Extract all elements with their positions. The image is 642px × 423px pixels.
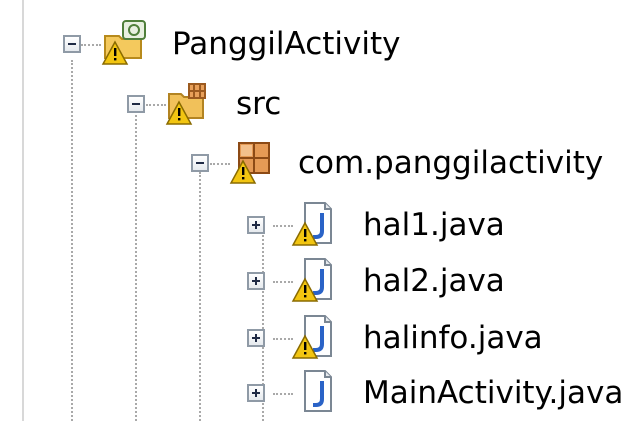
project-explorer-tree: PanggilActivity src com.panggilactivity … — [0, 0, 642, 421]
tree-item-label: hal1.java — [363, 207, 505, 243]
tree-item-file-mainactivity[interactable]: MainActivity.java — [247, 363, 642, 423]
java-file-icon — [291, 199, 339, 247]
tree-item-src[interactable]: src — [119, 74, 319, 134]
tree-item-label: PanggilActivity — [172, 26, 401, 62]
tree-item-label: src — [236, 86, 282, 122]
package-icon — [229, 137, 277, 185]
expand-toggle[interactable] — [247, 329, 265, 347]
expand-toggle[interactable] — [247, 272, 265, 290]
tree-item-label: hal2.java — [363, 263, 505, 299]
tree-item-label: com.panggilactivity — [298, 145, 604, 181]
tree-item-label: MainActivity.java — [363, 375, 624, 411]
collapse-toggle[interactable] — [191, 154, 209, 172]
java-file-icon — [291, 255, 339, 303]
java-file-icon — [291, 312, 339, 360]
tree-connector — [71, 60, 73, 421]
tree-item-project[interactable]: PanggilActivity — [55, 14, 435, 74]
tree-item-package[interactable]: com.panggilactivity — [183, 133, 623, 193]
tree-left-border — [22, 0, 24, 421]
tree-item-file-hal1[interactable]: hal1.java — [247, 195, 547, 255]
expand-toggle[interactable] — [247, 384, 265, 402]
tree-item-file-hal2[interactable]: hal2.java — [247, 251, 547, 311]
expand-toggle[interactable] — [247, 216, 265, 234]
tree-item-file-halinfo[interactable]: halinfo.java — [247, 308, 577, 368]
android-project-icon — [101, 18, 149, 66]
source-folder-icon — [165, 78, 213, 126]
tree-connector — [199, 172, 201, 421]
collapse-toggle[interactable] — [127, 95, 145, 113]
tree-connector — [135, 110, 137, 421]
collapse-toggle[interactable] — [63, 35, 81, 53]
tree-item-label: halinfo.java — [363, 320, 543, 356]
java-file-icon — [291, 367, 339, 415]
